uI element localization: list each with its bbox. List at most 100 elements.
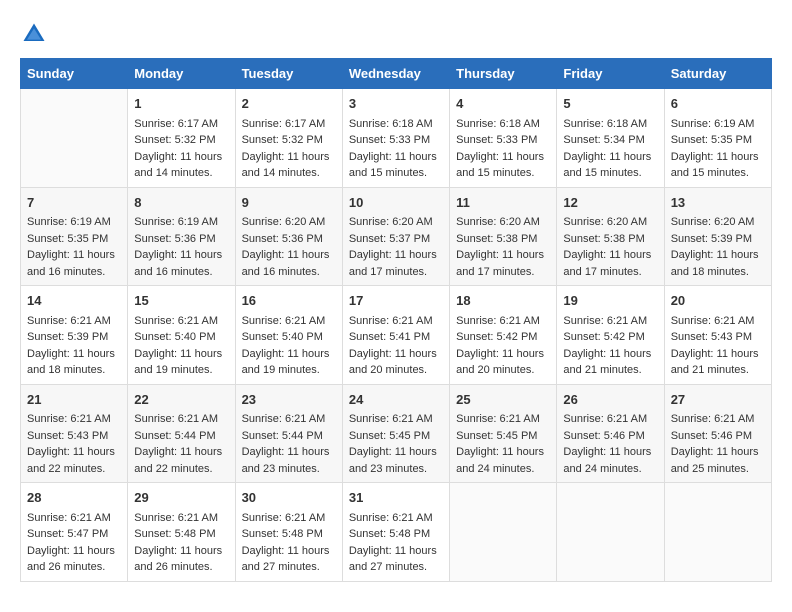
calendar-cell: 27Sunrise: 6:21 AMSunset: 5:46 PMDayligh… — [664, 384, 771, 483]
daylight: Daylight: 11 hours and 24 minutes. — [456, 446, 544, 475]
sunset: Sunset: 5:48 PM — [242, 528, 323, 540]
sunset: Sunset: 5:38 PM — [456, 233, 537, 245]
sunset: Sunset: 5:38 PM — [563, 233, 644, 245]
sunrise: Sunrise: 6:21 AM — [27, 512, 111, 524]
sunset: Sunset: 5:40 PM — [242, 331, 323, 343]
calendar-cell — [664, 483, 771, 582]
calendar-cell: 25Sunrise: 6:21 AMSunset: 5:45 PMDayligh… — [450, 384, 557, 483]
weekday-header: Friday — [557, 59, 664, 89]
day-number: 25 — [456, 390, 550, 410]
sunrise: Sunrise: 6:19 AM — [27, 216, 111, 228]
daylight: Daylight: 11 hours and 16 minutes. — [134, 249, 222, 278]
daylight: Daylight: 11 hours and 27 minutes. — [349, 545, 437, 574]
sunrise: Sunrise: 6:21 AM — [242, 413, 326, 425]
daylight: Daylight: 11 hours and 17 minutes. — [349, 249, 437, 278]
calendar-cell: 14Sunrise: 6:21 AMSunset: 5:39 PMDayligh… — [21, 286, 128, 385]
daylight: Daylight: 11 hours and 27 minutes. — [242, 545, 330, 574]
calendar-table: SundayMondayTuesdayWednesdayThursdayFrid… — [20, 58, 772, 582]
sunrise: Sunrise: 6:18 AM — [456, 118, 540, 130]
sunset: Sunset: 5:42 PM — [456, 331, 537, 343]
daylight: Daylight: 11 hours and 24 minutes. — [563, 446, 651, 475]
calendar-cell: 30Sunrise: 6:21 AMSunset: 5:48 PMDayligh… — [235, 483, 342, 582]
daylight: Daylight: 11 hours and 19 minutes. — [242, 348, 330, 377]
weekday-header: Tuesday — [235, 59, 342, 89]
calendar-cell: 1Sunrise: 6:17 AMSunset: 5:32 PMDaylight… — [128, 89, 235, 188]
calendar-cell: 18Sunrise: 6:21 AMSunset: 5:42 PMDayligh… — [450, 286, 557, 385]
calendar-cell — [557, 483, 664, 582]
sunset: Sunset: 5:46 PM — [563, 430, 644, 442]
day-number: 10 — [349, 193, 443, 213]
day-number: 20 — [671, 291, 765, 311]
sunrise: Sunrise: 6:17 AM — [242, 118, 326, 130]
calendar-week-row: 1 Sunrise: 6:17 AM Sunset: 5:32 PM Daylight… — [21, 89, 772, 188]
calendar-cell — [450, 483, 557, 582]
day-number: 14 — [27, 291, 121, 311]
daylight: Daylight: 11 hours and 15 minutes. — [671, 151, 759, 180]
calendar-week-row: 7 Sunrise: 6:19 AM Sunset: 5:35 PM Daylight… — [21, 187, 772, 286]
day-number: 6 — [671, 94, 765, 114]
daylight: Daylight: 11 hours and 21 minutes. — [563, 348, 651, 377]
day-number: 23 — [242, 390, 336, 410]
day-number: 15 — [134, 291, 228, 311]
sunset: Sunset: 5:46 PM — [671, 430, 752, 442]
sunset: Sunset: 5:45 PM — [349, 430, 430, 442]
day-number: 22 — [134, 390, 228, 410]
sunset: Sunset: 5:44 PM — [134, 430, 215, 442]
sunset: Sunset: 5:36 PM — [242, 233, 323, 245]
sunset: Sunset: 5:43 PM — [671, 331, 752, 343]
page-header — [20, 20, 772, 48]
sunset: Sunset: 5:48 PM — [134, 528, 215, 540]
sunset: Sunset: 5:32 PM — [242, 134, 323, 146]
weekday-header: Monday — [128, 59, 235, 89]
logo — [20, 20, 52, 48]
sunrise: Sunrise: 6:19 AM — [671, 118, 755, 130]
day-number: 9 — [242, 193, 336, 213]
sunrise: Sunrise: 6:17 AM — [134, 118, 218, 130]
day-number: 1 — [134, 94, 228, 114]
sunset: Sunset: 5:35 PM — [27, 233, 108, 245]
day-number: 2 — [242, 94, 336, 114]
day-number: 18 — [456, 291, 550, 311]
calendar-body: 1 Sunrise: 6:17 AM Sunset: 5:32 PM Daylight… — [21, 89, 772, 582]
sunset: Sunset: 5:42 PM — [563, 331, 644, 343]
calendar-cell: 2Sunrise: 6:17 AMSunset: 5:32 PMDaylight… — [235, 89, 342, 188]
calendar-cell: 8Sunrise: 6:19 AMSunset: 5:36 PMDaylight… — [128, 187, 235, 286]
weekday-header: Wednesday — [342, 59, 449, 89]
day-number: 16 — [242, 291, 336, 311]
sunrise: Sunrise: 6:21 AM — [671, 413, 755, 425]
calendar-week-row: 28Sunrise: 6:21 AMSunset: 5:47 PMDayligh… — [21, 483, 772, 582]
sunrise: Sunrise: 6:21 AM — [27, 315, 111, 327]
sunrise: Sunrise: 6:21 AM — [671, 315, 755, 327]
sunrise: Sunrise: 6:21 AM — [349, 315, 433, 327]
sunrise: Sunrise: 6:21 AM — [349, 512, 433, 524]
sunset: Sunset: 5:44 PM — [242, 430, 323, 442]
sunrise: Sunrise: 6:21 AM — [563, 315, 647, 327]
day-number: 29 — [134, 488, 228, 508]
day-number: 7 — [27, 193, 121, 213]
day-number: 13 — [671, 193, 765, 213]
calendar-week-row: 21Sunrise: 6:21 AMSunset: 5:43 PMDayligh… — [21, 384, 772, 483]
calendar-cell: 17Sunrise: 6:21 AMSunset: 5:41 PMDayligh… — [342, 286, 449, 385]
sunrise: Sunrise: 6:20 AM — [671, 216, 755, 228]
daylight: Daylight: 11 hours and 21 minutes. — [671, 348, 759, 377]
day-number: 21 — [27, 390, 121, 410]
daylight: Daylight: 11 hours and 16 minutes. — [242, 249, 330, 278]
sunset: Sunset: 5:39 PM — [671, 233, 752, 245]
calendar-cell: 9Sunrise: 6:20 AMSunset: 5:36 PMDaylight… — [235, 187, 342, 286]
sunset: Sunset: 5:33 PM — [349, 134, 430, 146]
day-number: 17 — [349, 291, 443, 311]
calendar-cell: 21Sunrise: 6:21 AMSunset: 5:43 PMDayligh… — [21, 384, 128, 483]
daylight: Daylight: 11 hours and 23 minutes. — [349, 446, 437, 475]
calendar-cell: 4Sunrise: 6:18 AMSunset: 5:33 PMDaylight… — [450, 89, 557, 188]
calendar-cell: 29Sunrise: 6:21 AMSunset: 5:48 PMDayligh… — [128, 483, 235, 582]
sunset: Sunset: 5:41 PM — [349, 331, 430, 343]
calendar-cell: 20 Sunrise: 6:21 AM Sunset: 5:43 PM Dayligh… — [664, 286, 771, 385]
day-number: 12 — [563, 193, 657, 213]
calendar-cell: 11Sunrise: 6:20 AMSunset: 5:38 PMDayligh… — [450, 187, 557, 286]
sunrise: Sunrise: 6:20 AM — [349, 216, 433, 228]
sunset: Sunset: 5:47 PM — [27, 528, 108, 540]
daylight: Daylight: 11 hours and 25 minutes. — [671, 446, 759, 475]
calendar-cell: 23Sunrise: 6:21 AMSunset: 5:44 PMDayligh… — [235, 384, 342, 483]
day-number: 5 — [563, 94, 657, 114]
sunset: Sunset: 5:40 PM — [134, 331, 215, 343]
